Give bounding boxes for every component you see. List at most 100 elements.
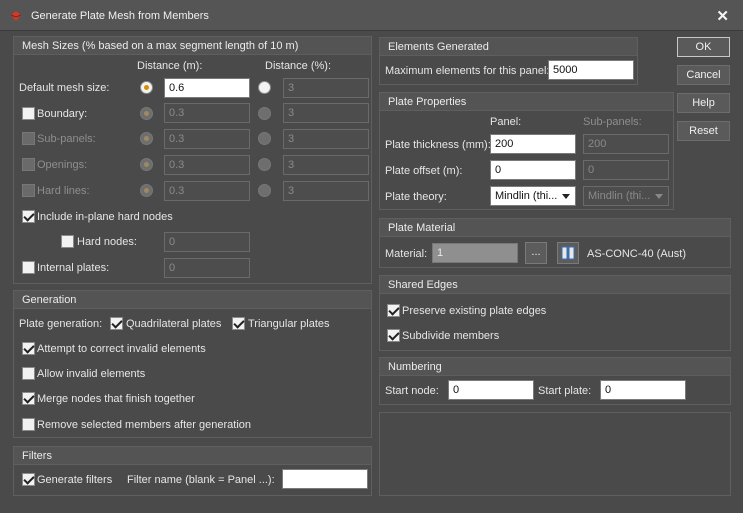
generate-filters-label: Generate filters <box>37 474 113 486</box>
remove-members-label: Remove selected members after generation <box>37 419 251 431</box>
title-bar: Generate Plate Mesh from Members ✕ <box>0 0 743 31</box>
shared-edges-group: Shared Edges Preserve existing plate edg… <box>379 275 731 351</box>
numbering-group: Numbering Start node: 0 Start plate: 0 <box>379 357 731 405</box>
subpanels-distance-m-input: 0.3 <box>164 129 250 149</box>
chevron-down-icon <box>655 194 663 199</box>
openings-checkbox <box>22 158 35 171</box>
start-plate-input[interactable]: 0 <box>600 380 686 400</box>
openings-distance-m-radio <box>140 158 153 171</box>
internal-plates-checkbox[interactable] <box>22 261 35 274</box>
subpanels-distance-pct-input: 3 <box>283 129 369 149</box>
plate-material-header: Plate Material <box>380 219 730 237</box>
plate-theory-sub-value: Mindlin (thi... <box>588 190 651 202</box>
max-elements-label: Maximum elements for this panel: <box>385 65 550 77</box>
generate-filters-checkbox[interactable] <box>22 473 35 486</box>
panel-column-label: Panel: <box>490 116 522 128</box>
hard-lines-checkbox <box>22 184 35 197</box>
hard-lines-distance-pct-input: 3 <box>283 181 369 201</box>
plate-properties-group: Plate Properties Panel: Sub-panels: Plat… <box>379 92 674 210</box>
subpanels-distance-pct-radio <box>258 132 271 145</box>
boundary-distance-m-input: 0.3 <box>164 103 250 123</box>
openings-label: Openings: <box>37 159 88 171</box>
openings-distance-m-input: 0.3 <box>164 155 250 175</box>
numbering-header: Numbering <box>380 358 730 376</box>
default-mesh-size-label: Default mesh size: <box>19 82 110 94</box>
quadrilateral-plates-checkbox[interactable] <box>110 317 123 330</box>
reset-button[interactable]: Reset <box>677 121 730 141</box>
plate-thickness-label: Plate thickness (mm): <box>385 139 491 151</box>
app-icon <box>10 11 22 21</box>
filter-name-label: Filter name (blank = Panel ...): <box>127 474 275 486</box>
preserve-edges-checkbox[interactable] <box>387 304 400 317</box>
ok-button[interactable]: OK <box>677 37 730 57</box>
plate-theory-label: Plate theory: <box>385 191 447 203</box>
include-hard-nodes-label: Include in-plane hard nodes <box>37 211 173 223</box>
close-icon[interactable]: ✕ <box>716 7 729 25</box>
plate-generation-label: Plate generation: <box>19 318 103 330</box>
merge-nodes-checkbox[interactable] <box>22 392 35 405</box>
openings-distance-pct-radio <box>258 158 271 171</box>
start-node-input[interactable]: 0 <box>448 380 534 400</box>
chevron-down-icon <box>562 194 570 199</box>
plate-theory-sub-select: Mindlin (thi... <box>583 186 669 206</box>
filters-header: Filters <box>14 447 371 465</box>
plate-material-group: Plate Material Material: 1 ... AS-CONC-4… <box>379 218 731 268</box>
triangular-plates-label: Triangular plates <box>248 318 330 330</box>
triangular-plates-checkbox[interactable] <box>232 317 245 330</box>
empty-panel <box>379 412 731 496</box>
plate-offset-label: Plate offset (m): <box>385 165 463 177</box>
filters-group: Filters Generate filters Filter name (bl… <box>13 446 372 496</box>
quadrilateral-plates-label: Quadrilateral plates <box>126 318 222 330</box>
cancel-button[interactable]: Cancel <box>677 65 730 85</box>
subpanels-checkbox <box>22 132 35 145</box>
default-distance-m-radio[interactable] <box>140 81 153 94</box>
elements-generated-header: Elements Generated <box>380 38 637 56</box>
subpanels-label: Sub-panels: <box>37 133 96 145</box>
hard-nodes-checkbox[interactable] <box>61 235 74 248</box>
mesh-sizes-header: Mesh Sizes (% based on a max segment len… <box>14 37 371 55</box>
plate-thickness-sub-input: 200 <box>583 134 669 154</box>
material-name: AS-CONC-40 (Aust) <box>587 248 687 260</box>
hard-nodes-label: Hard nodes: <box>77 236 137 248</box>
material-library-button[interactable] <box>557 242 579 264</box>
subpanels-column-label: Sub-panels: <box>583 116 642 128</box>
boundary-distance-pct-input: 3 <box>283 103 369 123</box>
allow-invalid-checkbox[interactable] <box>22 367 35 380</box>
mesh-sizes-group: Mesh Sizes (% based on a max segment len… <box>13 36 372 284</box>
material-browse-button[interactable]: ... <box>525 242 547 264</box>
include-hard-nodes-checkbox[interactable] <box>22 210 35 223</box>
remove-members-checkbox[interactable] <box>22 418 35 431</box>
subdivide-members-label: Subdivide members <box>402 330 500 342</box>
shared-edges-header: Shared Edges <box>380 276 730 294</box>
plate-properties-header: Plate Properties <box>380 93 673 111</box>
hard-lines-label: Hard lines: <box>37 185 90 197</box>
hard-lines-distance-m-radio <box>140 184 153 197</box>
plate-offset-sub-input: 0 <box>583 160 669 180</box>
subdivide-members-checkbox[interactable] <box>387 329 400 342</box>
plate-offset-panel-input[interactable]: 0 <box>490 160 576 180</box>
filter-name-input[interactable] <box>282 469 368 489</box>
book-icon <box>561 246 575 260</box>
attempt-correct-checkbox[interactable] <box>22 342 35 355</box>
generation-group: Generation Plate generation: Quadrilater… <box>13 290 372 438</box>
hard-lines-distance-pct-radio <box>258 184 271 197</box>
window-title: Generate Plate Mesh from Members <box>31 10 209 22</box>
plate-theory-panel-select[interactable]: Mindlin (thi... <box>490 186 576 206</box>
max-elements-input[interactable]: 5000 <box>548 60 634 80</box>
distance-m-column-label: Distance (m): <box>137 60 203 72</box>
merge-nodes-label: Merge nodes that finish together <box>37 393 195 405</box>
default-distance-m-input[interactable]: 0.6 <box>164 78 250 98</box>
default-distance-pct-input[interactable]: 3 <box>283 78 369 98</box>
start-plate-label: Start plate: <box>538 385 592 397</box>
boundary-checkbox[interactable] <box>22 107 35 120</box>
help-button[interactable]: Help <box>677 93 730 113</box>
material-label: Material: <box>385 248 428 260</box>
allow-invalid-label: Allow invalid elements <box>37 368 146 380</box>
internal-plates-label: Internal plates: <box>37 262 110 274</box>
generation-header: Generation <box>14 291 371 309</box>
openings-distance-pct-input: 3 <box>283 155 369 175</box>
distance-pct-column-label: Distance (%): <box>265 60 332 72</box>
default-distance-pct-radio[interactable] <box>258 81 271 94</box>
start-node-label: Start node: <box>385 385 439 397</box>
plate-thickness-panel-input[interactable]: 200 <box>490 134 576 154</box>
